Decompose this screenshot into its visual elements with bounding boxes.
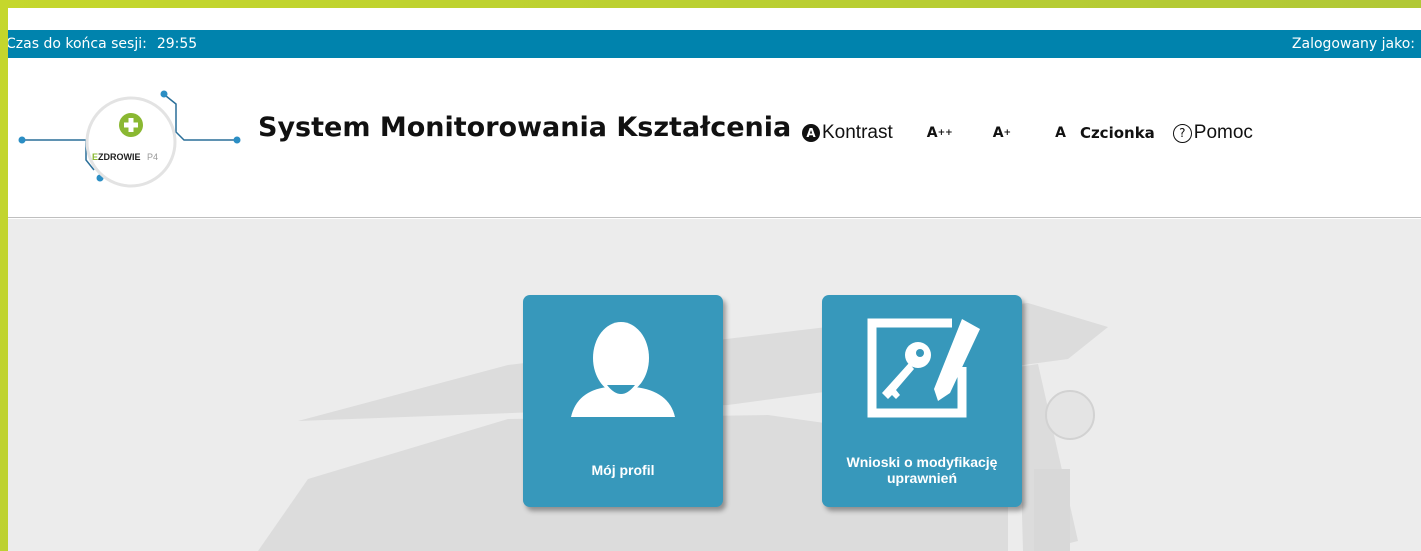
page-frame: Czas do końca sesji: 29:55 Zalogowany ja… [8,8,1421,551]
user-icon [571,322,675,417]
session-bar: Czas do końca sesji: 29:55 Zalogowany ja… [8,30,1421,58]
tile-permission-requests[interactable]: Wnioski o modyfikację uprawnień [822,295,1022,507]
tile-label: Wnioski o modyfikację uprawnień [846,454,998,486]
help-label: Pomoc [1193,122,1253,143]
ezdrowie-logo[interactable]: EZDROWIE P4 [16,70,246,190]
session-timer-label: Czas do końca sesji: [8,36,147,52]
font-size-label: Czcionka [1079,124,1155,142]
app-title: System Monitorowania Kształcenia [258,112,792,143]
accessibility-toolbar: A Kontrast A ++ A + A Czcionka ? Pomoc [802,120,1253,146]
contrast-label: Kontrast [822,122,893,143]
tile-label: Mój profil [591,462,655,478]
main-content: Mój profil Wnioski o modyfikację uprawni… [8,219,1421,551]
key-document-icon [867,318,980,418]
svg-text:EZDROWIE: EZDROWIE [92,152,141,162]
logged-in-label: Zalogowany jako: [1291,36,1415,52]
help-button[interactable]: ? Pomoc [1172,122,1253,144]
svg-text:P4: P4 [147,152,158,162]
session-timer-value: 29:55 [156,36,198,52]
tile-my-profile[interactable]: Mój profil [523,295,723,507]
contrast-icon: A [802,124,820,142]
font-size-normal-button[interactable]: A [1055,125,1066,141]
font-size-medium-button[interactable]: A + [993,125,1011,141]
help-icon: ? [1172,123,1192,143]
contrast-button[interactable]: A Kontrast [802,122,893,144]
header: EZDROWIE P4 System Monitorowania Kształc… [8,58,1421,218]
font-size-large-button[interactable]: A ++ [927,125,953,141]
